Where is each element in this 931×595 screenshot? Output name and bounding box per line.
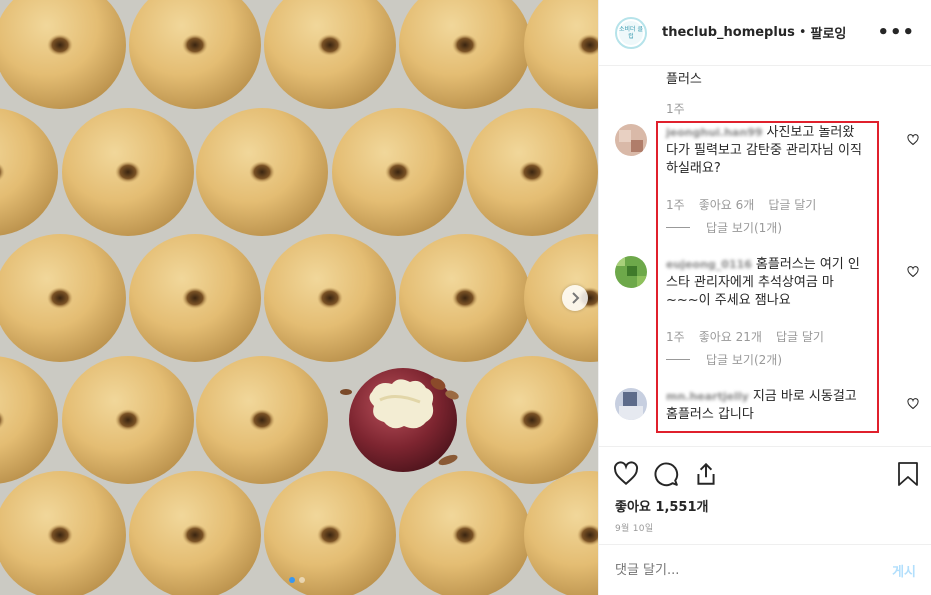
comment-meta: 1주 좋아요 21개 답글 달기 xyxy=(666,328,824,345)
following-button[interactable]: 팔로잉 xyxy=(810,23,846,42)
avatar[interactable] xyxy=(615,256,647,288)
pear-dimple xyxy=(47,34,73,56)
comment-time: 1주 xyxy=(666,198,685,212)
post-header: 소비더 클럽 theclub_homeplus • 팔로잉 ••• xyxy=(599,0,931,66)
avatar[interactable] xyxy=(615,388,647,420)
comment-time: 1주 xyxy=(666,330,685,344)
previous-comment-text: 플러스 xyxy=(666,72,702,87)
comment-input[interactable] xyxy=(615,562,893,578)
post-sidebar: 소비더 클럽 theclub_homeplus • 팔로잉 ••• 플러스 1주… xyxy=(598,0,931,595)
comment-form: 게시 xyxy=(599,544,931,595)
likes-count[interactable]: 좋아요 1,551개 xyxy=(615,496,709,515)
pear-dimple xyxy=(182,524,208,546)
pear-dimple xyxy=(317,287,343,309)
previous-comment-time: 1주 xyxy=(666,102,685,116)
chevron-right-icon xyxy=(572,292,580,304)
comment-body: jeonghui.han99 사진보고 놀러왔다가 필력보고 감탄중 관리자님 이… xyxy=(666,124,866,178)
more-options-icon[interactable]: ••• xyxy=(877,22,915,43)
heart-icon[interactable] xyxy=(613,461,639,487)
comment-body: eujeong_0116 홈플러스는 여기 인스타 관리자에게 추석상여금 마~~… xyxy=(666,256,866,310)
pear-dimple xyxy=(317,524,343,546)
comment-meta: 1주 좋아요 6개 답글 달기 xyxy=(666,196,816,213)
comment-username[interactable]: eujeong_0116 xyxy=(666,256,752,274)
avatar[interactable] xyxy=(615,124,647,156)
view-replies-button[interactable]: 답글 보기(1개) xyxy=(666,219,782,236)
instagram-post: 소비더 클럽 theclub_homeplus • 팔로잉 ••• 플러스 1주… xyxy=(0,0,931,595)
comment-body: mn.heartjelly 지금 바로 시동걸고 홈플러스 갑니다 xyxy=(666,388,866,424)
header-separator: • xyxy=(798,25,807,40)
pear-dimple xyxy=(317,34,343,56)
comment-likes[interactable]: 좋아요 21개 xyxy=(699,328,762,345)
replies-divider xyxy=(666,227,690,228)
pears-photo xyxy=(0,0,598,595)
pear-dimple xyxy=(452,287,478,309)
carousel-indicator xyxy=(289,577,305,583)
pear-dimple xyxy=(47,287,73,309)
comment-heart-icon[interactable] xyxy=(907,266,919,278)
pear-dimple xyxy=(519,409,545,431)
comment-heart-icon[interactable] xyxy=(907,398,919,410)
reply-button[interactable]: 답글 달기 xyxy=(776,328,824,345)
pear-dimple xyxy=(182,34,208,56)
carousel-dot xyxy=(299,577,305,583)
pear-dimple xyxy=(249,409,275,431)
comment-icon[interactable] xyxy=(653,461,679,487)
action-icons xyxy=(613,461,719,487)
replies-divider xyxy=(666,359,690,360)
pear-dimple xyxy=(452,524,478,546)
bookmark-icon[interactable] xyxy=(896,461,920,487)
comment-likes[interactable]: 좋아요 6개 xyxy=(699,196,755,213)
comments-list[interactable]: 플러스 1주 jeonghui.han99 사진보고 놀러왔다가 필력보고 감탄중… xyxy=(599,66,931,442)
comment-username[interactable]: jeonghui.han99 xyxy=(666,124,763,142)
account-logo: 소비더 클럽 xyxy=(619,20,643,45)
pear-dimple xyxy=(115,161,141,183)
pear-dimple xyxy=(385,161,411,183)
comment-username[interactable]: mn.heartjelly xyxy=(666,388,749,406)
view-replies-label: 답글 보기(2개) xyxy=(706,353,783,367)
view-replies-label: 답글 보기(1개) xyxy=(706,221,783,235)
pear-dimple xyxy=(115,409,141,431)
reply-button[interactable]: 답글 달기 xyxy=(768,196,816,213)
next-image-button[interactable] xyxy=(562,285,588,311)
post-image[interactable] xyxy=(0,0,598,595)
comment-heart-icon[interactable] xyxy=(907,134,919,146)
share-icon[interactable] xyxy=(693,461,719,487)
post-actions: 좋아요 1,551개 9월 10일 xyxy=(599,446,931,544)
account-avatar[interactable]: 소비더 클럽 xyxy=(615,16,647,49)
carousel-dot-active xyxy=(289,577,295,583)
post-date[interactable]: 9월 10일 xyxy=(615,521,653,534)
pear-dimple xyxy=(249,161,275,183)
pear-dimple xyxy=(182,287,208,309)
account-username[interactable]: theclub_homeplus xyxy=(662,25,795,40)
pear-dimple xyxy=(519,161,545,183)
pear-dimple xyxy=(47,524,73,546)
post-comment-button[interactable]: 게시 xyxy=(892,561,916,580)
view-replies-button[interactable]: 답글 보기(2개) xyxy=(666,351,782,368)
pear-dimple xyxy=(452,34,478,56)
